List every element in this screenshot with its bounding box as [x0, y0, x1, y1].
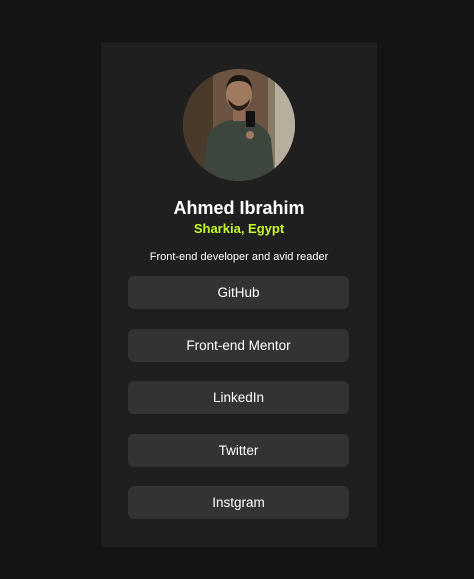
- profile-card: Ahmed Ibrahim Sharkia, Egypt Front-end d…: [101, 42, 377, 547]
- linkedin-link-button[interactable]: LinkedIn: [128, 381, 349, 414]
- github-link-button[interactable]: GitHub: [128, 276, 349, 309]
- avatar-photo: [183, 69, 295, 181]
- avatar: [183, 69, 295, 181]
- profile-name: Ahmed Ibrahim: [173, 198, 305, 218]
- twitter-link-button[interactable]: Twitter: [128, 433, 349, 467]
- profile-location: Sharkia, Egypt: [193, 221, 285, 236]
- instagram-link-button[interactable]: Instgram: [128, 486, 349, 519]
- frontend-mentor-link-button[interactable]: Front-end Mentor: [128, 328, 349, 362]
- social-links: GitHub Front-end Mentor LinkedIn Twitter…: [128, 276, 349, 539]
- profile-bio: Front-end developer and avid reader: [149, 251, 329, 263]
